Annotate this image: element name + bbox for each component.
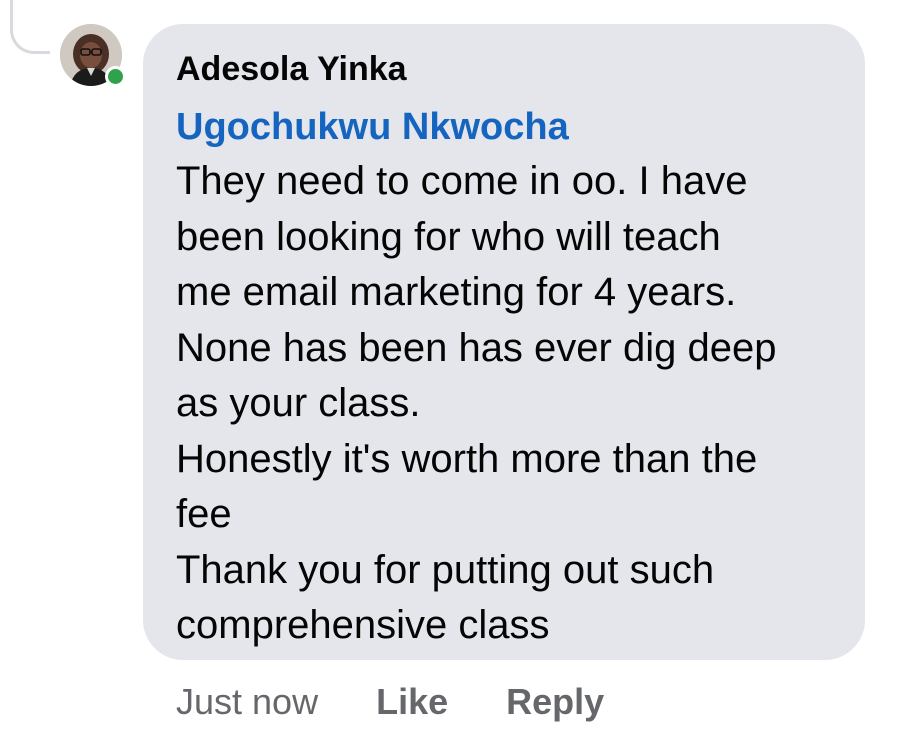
comment-text-line: me email marketing for 4 years. xyxy=(176,270,737,314)
comment-text-line: They need to come in oo. I have xyxy=(176,159,748,203)
comment-bubble: Adesola Yinka Ugochukwu Nkwocha They nee… xyxy=(143,24,865,660)
mentioned-user-link[interactable]: Ugochukwu Nkwocha xyxy=(176,100,831,154)
comment-text-line: been looking for who will teach xyxy=(176,214,721,259)
comment-body: They need to come in oo. I have been loo… xyxy=(176,154,831,654)
comment-actions: Just now Like Reply xyxy=(176,680,604,724)
comment-text-line: Thank you for putting out such xyxy=(176,547,715,592)
comment-text-line: as your class. xyxy=(176,381,421,425)
comment-text-line: Honestly it's worth more than the xyxy=(176,436,758,481)
thread-connector-line xyxy=(10,0,50,54)
like-button[interactable]: Like xyxy=(376,681,448,723)
comment-text-line: None has been has ever dig deep xyxy=(176,325,777,370)
comment-text-line: fee xyxy=(176,492,232,536)
comment-thread: Adesola Yinka Ugochukwu Nkwocha They nee… xyxy=(0,0,897,742)
comment-timestamp[interactable]: Just now xyxy=(176,681,318,723)
online-status-icon xyxy=(105,66,126,87)
reply-button[interactable]: Reply xyxy=(506,681,604,723)
comment-text-line: comprehensive class xyxy=(176,603,550,647)
comment-author[interactable]: Adesola Yinka xyxy=(176,46,831,92)
